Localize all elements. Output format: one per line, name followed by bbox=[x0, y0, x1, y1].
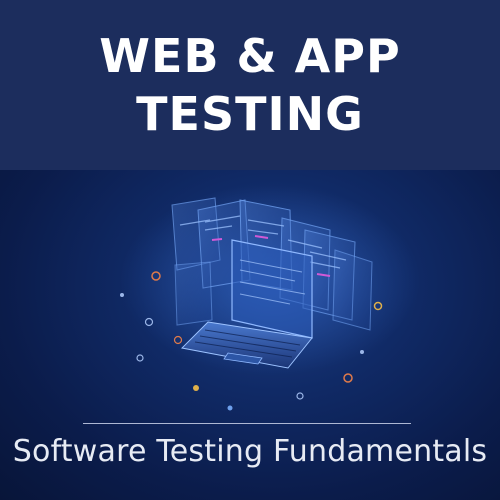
title-line-1: WEB & APP bbox=[99, 29, 401, 83]
caption-divider bbox=[83, 423, 411, 424]
hero-image: Software Testing Fundamentals bbox=[0, 170, 500, 500]
laptop-screen bbox=[231, 239, 313, 339]
course-caption: Software Testing Fundamentals bbox=[12, 434, 488, 469]
course-card: WEB & APP TESTING Software Testing Funda… bbox=[0, 0, 500, 500]
title-line-2: TESTING bbox=[136, 87, 364, 141]
title-banner: WEB & APP TESTING bbox=[0, 0, 500, 170]
